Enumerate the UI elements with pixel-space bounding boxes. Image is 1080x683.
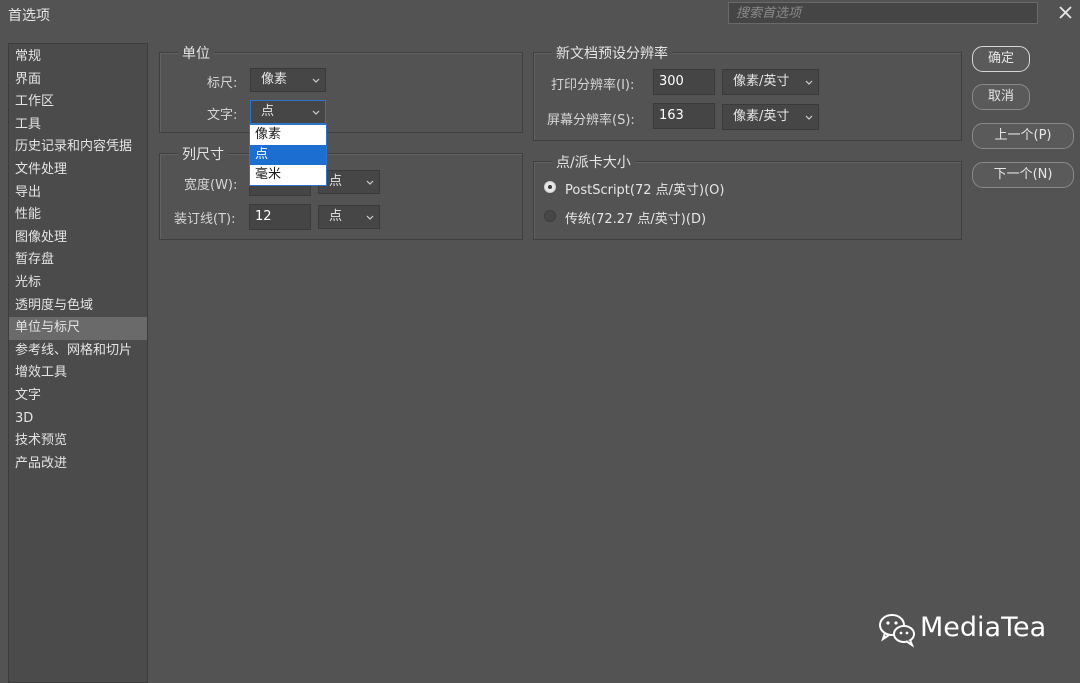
gutter-input[interactable]: 12 xyxy=(249,204,311,230)
chevron-down-icon xyxy=(366,215,374,220)
print-resolution-unit-select[interactable]: 像素/英寸 xyxy=(722,69,819,95)
point-pica-group xyxy=(533,161,962,240)
search-field[interactable] xyxy=(728,2,1038,24)
resolution-legend: 新文档预设分辨率 xyxy=(552,43,672,63)
screen-resolution-unit-select[interactable]: 像素/英寸 xyxy=(722,104,819,130)
print-resolution-input[interactable]: 300 xyxy=(653,69,715,95)
sidebar-item[interactable]: 单位与标尺 xyxy=(9,317,147,340)
width-unit-select[interactable]: 点 xyxy=(318,170,380,194)
traditional-radio[interactable] xyxy=(544,210,556,222)
sidebar-item[interactable]: 参考线、网格和切片 xyxy=(9,340,147,363)
sidebar-item[interactable]: 文件处理 xyxy=(9,159,147,182)
type-unit-value: 点 xyxy=(261,104,275,119)
sidebar-item[interactable]: 技术预览 xyxy=(9,430,147,453)
gutter-unit-value: 点 xyxy=(329,209,343,224)
watermark-text: MediaTea xyxy=(920,612,1047,643)
sidebar-item[interactable]: 工作区 xyxy=(9,91,147,114)
sidebar-item[interactable]: 图像处理 xyxy=(9,227,147,250)
postscript-radio[interactable] xyxy=(544,181,556,193)
chevron-down-icon xyxy=(312,110,320,115)
traditional-label[interactable]: 传统(72.27 点/英寸)(D) xyxy=(565,208,706,227)
sidebar-item[interactable]: 界面 xyxy=(9,69,147,92)
width-unit-value: 点 xyxy=(329,174,343,189)
wechat-icon xyxy=(877,609,917,649)
sidebar-item[interactable]: 性能 xyxy=(9,204,147,227)
sidebar-item[interactable]: 历史记录和内容凭据 xyxy=(9,136,147,159)
screen-resolution-input[interactable]: 163 xyxy=(653,103,715,129)
search-input[interactable] xyxy=(729,3,1037,23)
previous-button[interactable]: 上一个(P) xyxy=(972,123,1074,149)
type-unit-select[interactable]: 点 xyxy=(250,100,326,124)
window-title: 首选项 xyxy=(8,8,50,24)
sidebar-item[interactable]: 常规 xyxy=(9,46,147,69)
next-button[interactable]: 下一个(N) xyxy=(972,162,1074,188)
sidebar-item[interactable]: 文字 xyxy=(9,385,147,408)
gutter-label: 装订线(T): xyxy=(174,212,236,227)
width-label: 宽度(W): xyxy=(184,178,238,193)
ok-button[interactable]: 确定 xyxy=(972,46,1030,72)
column-legend: 列尺寸 xyxy=(178,144,228,164)
close-icon[interactable] xyxy=(1054,2,1078,24)
units-legend: 单位 xyxy=(178,43,214,63)
dropdown-option[interactable]: 点 xyxy=(250,145,326,165)
sidebar-item[interactable]: 导出 xyxy=(9,182,147,205)
dropdown-option[interactable]: 毫米 xyxy=(250,165,326,185)
sidebar-item[interactable]: 工具 xyxy=(9,114,147,137)
chevron-down-icon xyxy=(805,115,813,120)
chevron-down-icon xyxy=(366,180,374,185)
chevron-down-icon xyxy=(312,78,320,83)
ruler-unit-select[interactable]: 像素 xyxy=(250,68,326,92)
print-resolution-unit-value: 像素/英寸 xyxy=(733,74,790,89)
dropdown-option[interactable]: 像素 xyxy=(250,125,326,145)
sidebar-item[interactable]: 光标 xyxy=(9,272,147,295)
screen-resolution-label: 屏幕分辨率(S): xyxy=(547,113,635,128)
print-resolution-label: 打印分辨率(I): xyxy=(551,78,635,93)
gutter-unit-select[interactable]: 点 xyxy=(318,205,380,229)
type-unit-dropdown-list[interactable]: 像素点毫米 xyxy=(249,124,327,186)
point-pica-legend: 点/派卡大小 xyxy=(552,152,635,172)
chevron-down-icon xyxy=(805,80,813,85)
sidebar: 常规 界面 工作区 工具 历史记录和内容凭据 文件处理 导出 性能 图像处理 暂存盘 光标 透明度与色… xyxy=(8,43,148,683)
sidebar-item[interactable]: 增效工具 xyxy=(9,362,147,385)
ruler-unit-value: 像素 xyxy=(261,72,288,87)
screen-resolution-unit-value: 像素/英寸 xyxy=(733,109,790,124)
ruler-label: 标尺: xyxy=(207,76,238,91)
sidebar-item[interactable]: 3D xyxy=(9,408,147,431)
sidebar-item[interactable]: 透明度与色域 xyxy=(9,295,147,318)
sidebar-item[interactable]: 暂存盘 xyxy=(9,249,147,272)
cancel-button[interactable]: 取消 xyxy=(972,84,1030,110)
type-label: 文字: xyxy=(207,108,238,123)
sidebar-item[interactable]: 产品改进 xyxy=(9,453,147,476)
postscript-label[interactable]: PostScript(72 点/英寸)(O) xyxy=(565,179,724,198)
